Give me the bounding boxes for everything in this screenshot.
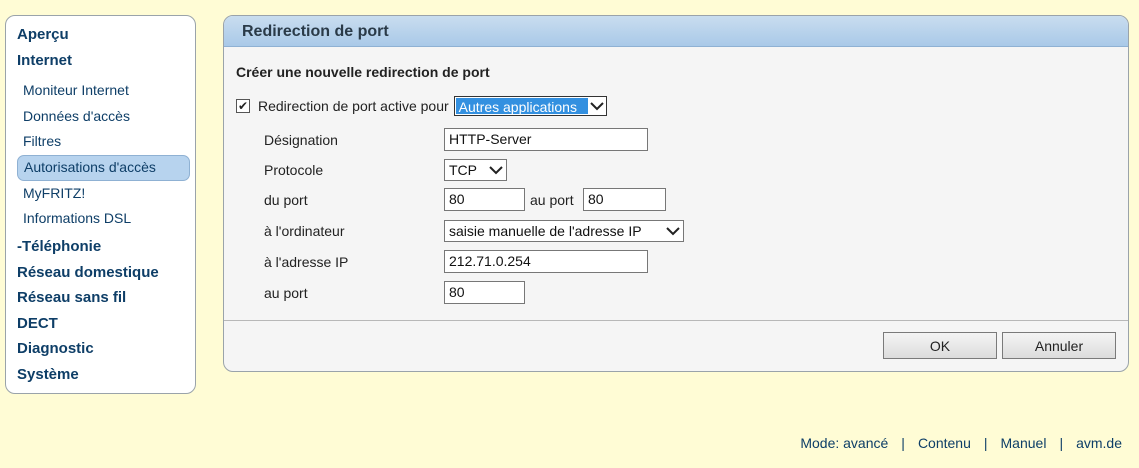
designation-input[interactable]: HTTP-Server [444,128,648,151]
computer-label: à l'ordinateur [264,223,345,239]
sidebar-item-informations-dsl[interactable]: Informations DSL [17,206,190,232]
from-port-input[interactable]: 80 [444,188,525,211]
divider [224,320,1128,321]
sidebar-item-diagnostic[interactable]: Diagnostic [17,338,195,364]
from-port-label: du port [264,192,308,208]
computer-select[interactable]: saisie manuelle de l'adresse IP [444,220,684,242]
sidebar-item-reseau-domestique[interactable]: Réseau domestique [17,262,195,288]
footer-separator: | [983,435,988,451]
sidebar-item-myfritz[interactable]: MyFRITZ! [17,181,190,207]
to-port-label: au port [530,192,574,208]
port-forwarding-panel: Redirection de port Créer une nouvelle r… [223,15,1129,372]
dest-port-input[interactable]: 80 [444,281,525,304]
protocol-label: Protocole [264,162,324,178]
sidebar-item-apercu[interactable]: Aperçu [17,24,195,50]
active-checkbox[interactable]: ✔ [236,99,250,113]
chevron-down-icon [588,97,606,115]
sidebar-item-reseau-sans-fil[interactable]: Réseau sans fil [17,287,195,313]
active-row: ✔ Redirection de port active pour Autres… [236,96,607,116]
cancel-button[interactable]: Annuler [1002,332,1116,359]
application-select[interactable]: Autres applications [453,96,607,116]
mode-link[interactable]: Mode: avancé [800,435,888,451]
sidebar-item-autorisations-acces[interactable]: Autorisations d'accès [17,155,190,181]
sidebar-item-telephonie[interactable]: -Téléphonie [17,236,195,262]
to-port-input[interactable]: 80 [583,188,666,211]
sidebar-item-dect[interactable]: DECT [17,313,195,339]
footer-separator: | [901,435,905,451]
panel-title: Redirection de port [224,16,1128,47]
chevron-down-icon [663,226,683,236]
content-link[interactable]: Contenu [918,435,971,451]
avm-site-link[interactable]: avm.de [1076,435,1122,451]
protocol-select-value: TCP [449,162,477,178]
designation-label: Désignation [264,132,338,148]
ok-button[interactable]: OK [883,332,997,359]
sidebar-item-systeme[interactable]: Système [17,364,195,390]
chevron-down-icon [486,165,506,175]
sidebar-item-moniteur-internet[interactable]: Moniteur Internet [17,78,190,104]
form-title: Créer une nouvelle redirection de port [236,64,490,80]
computer-select-value: saisie manuelle de l'adresse IP [449,223,642,239]
footer-separator: | [1059,435,1064,451]
ip-address-input[interactable]: 212.71.0.254 [444,250,648,273]
manual-link[interactable]: Manuel [1001,435,1047,451]
sidebar-item-filtres[interactable]: Filtres [17,129,190,155]
dest-port-label: au port [264,285,308,301]
sidebar-item-donnees-acces[interactable]: Données d'accès [17,104,190,130]
check-icon: ✔ [237,99,249,113]
application-select-value: Autres applications [455,98,588,115]
active-checkbox-label: Redirection de port active pour [258,98,449,114]
sidebar-item-internet[interactable]: Internet [17,50,195,76]
ip-address-label: à l'adresse IP [264,254,349,270]
sidebar-navigation: Aperçu Internet Moniteur Internet Donnée… [5,15,196,394]
protocol-select[interactable]: TCP [444,159,507,181]
footer-links: Mode: avancé | Contenu | Manuel | avm.de [800,435,1122,451]
